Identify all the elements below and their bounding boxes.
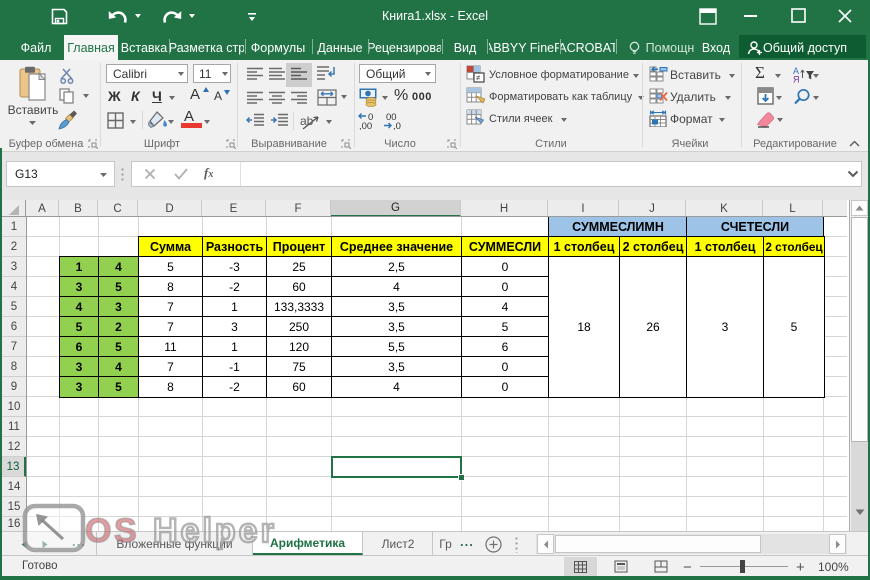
svg-text:OS: OS xyxy=(85,512,139,550)
svg-text:≠: ≠ xyxy=(476,74,481,83)
svg-text:,00: ,00 xyxy=(359,121,372,130)
svg-text:Я: Я xyxy=(793,75,800,84)
svg-text:Helper: Helper xyxy=(153,512,277,550)
svg-text:,0: ,0 xyxy=(393,121,401,130)
